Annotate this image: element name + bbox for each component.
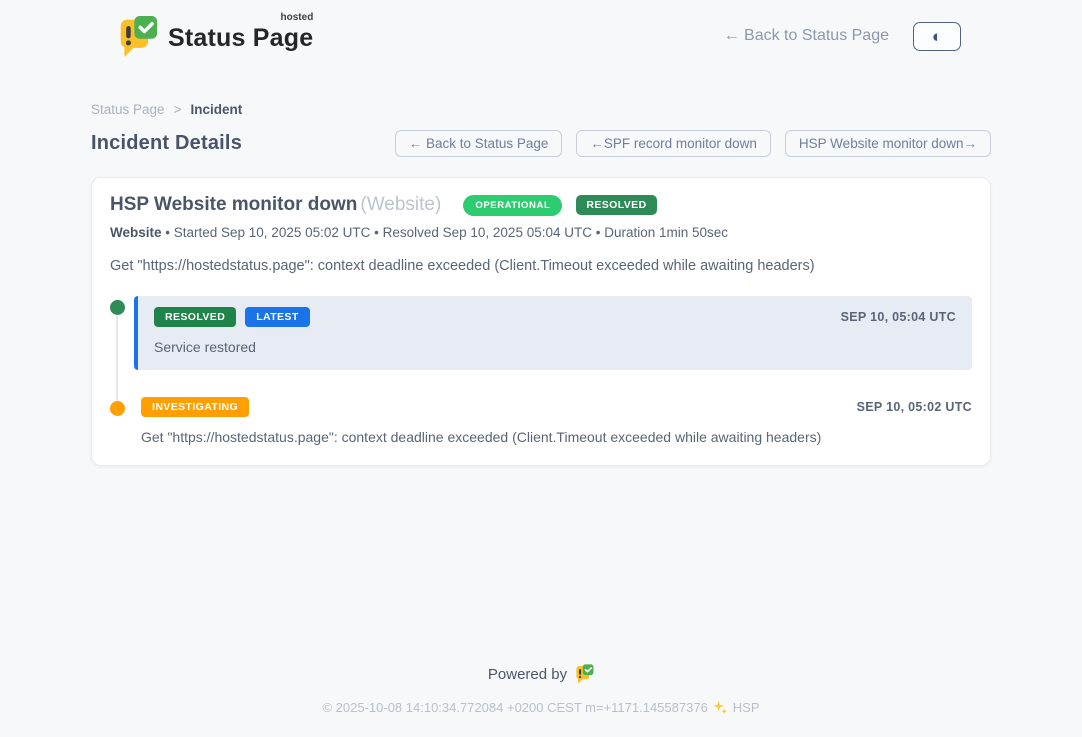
incident-component-label: (Website) [360, 194, 441, 215]
copyright-brand: HSP [733, 700, 760, 715]
incident-meta-details: • Started Sep 10, 2025 05:02 UTC • Resol… [162, 225, 729, 240]
timeline-timestamp: SEP 10, 05:02 UTC [857, 400, 972, 414]
back-to-status-page-button[interactable]: ← Back to Status Page [395, 130, 563, 157]
timeline-entry-investigating: INVESTIGATING SEP 10, 05:02 UTC Get "htt… [110, 397, 972, 445]
header: hosted Status Page ← Back to Status Page… [0, 0, 1082, 58]
header-actions: ← Back to Status Page ◐ [724, 22, 961, 51]
latest-badge: LATEST [245, 307, 309, 327]
resolved-state-badge: RESOLVED [576, 195, 656, 215]
breadcrumb: Status Page > Incident [91, 102, 991, 117]
incident-title-row: HSP Website monitor down(Website) OPERAT… [110, 194, 972, 216]
powered-by-label: Powered by [488, 666, 567, 683]
brand-name: Status Page [168, 24, 313, 52]
timeline-timestamp: SEP 10, 05:04 UTC [841, 310, 956, 324]
sparkles-icon [713, 700, 728, 715]
breadcrumb-status-page[interactable]: Status Page [91, 102, 165, 117]
incident-heading: HSP Website monitor down(Website) [110, 194, 441, 216]
copyright: © 2025-10-08 14:10:34.772084 +0200 CEST … [0, 700, 1082, 715]
back-to-status-page-link[interactable]: ← Back to Status Page [724, 27, 889, 45]
operational-status-badge: OPERATIONAL [463, 195, 562, 216]
theme-toggle-button[interactable]: ◐ [913, 22, 961, 51]
timeline-entry-resolved: RESOLVED LATEST SEP 10, 05:04 UTC Servic… [110, 296, 972, 370]
incident-title: HSP Website monitor down [110, 194, 357, 215]
prev-incident-button[interactable]: ←SPF record monitor down [576, 130, 771, 157]
brand-text: hosted Status Page [168, 15, 313, 53]
timeline-dot-investigating [110, 401, 125, 416]
statuspage-logo-icon-small[interactable] [575, 664, 594, 684]
contrast-icon: ◐ [932, 28, 942, 45]
resolved-badge: RESOLVED [154, 307, 236, 327]
incident-meta: Website • Started Sep 10, 2025 05:02 UTC… [110, 225, 972, 240]
footer: Powered by © 2025-10-08 14:10:34.772084 … [0, 664, 1082, 737]
powered-by: Powered by [0, 664, 1082, 684]
breadcrumb-separator: > [174, 102, 182, 117]
timeline-message: Service restored [154, 339, 956, 355]
investigating-badge: INVESTIGATING [141, 397, 249, 417]
timeline-update-investigating: INVESTIGATING SEP 10, 05:02 UTC Get "htt… [134, 397, 972, 445]
incident-description: Get "https://hostedstatus.page": context… [110, 258, 972, 274]
incident-nav-buttons: ← Back to Status Page ←SPF record monito… [395, 130, 991, 157]
incident-timeline: RESOLVED LATEST SEP 10, 05:04 UTC Servic… [110, 296, 972, 445]
timeline-message: Get "https://hostedstatus.page": context… [141, 429, 972, 445]
title-row: Incident Details ← Back to Status Page ←… [91, 130, 991, 157]
incident-meta-component: Website [110, 225, 162, 240]
next-incident-button[interactable]: HSP Website monitor down→ [785, 130, 991, 157]
breadcrumb-incident: Incident [190, 102, 242, 117]
incident-card: HSP Website monitor down(Website) OPERAT… [91, 177, 991, 466]
brand-superscript: hosted [281, 12, 314, 23]
statuspage-logo-icon [118, 15, 158, 58]
timeline-update-latest: RESOLVED LATEST SEP 10, 05:04 UTC Servic… [134, 296, 972, 370]
timeline-dot-resolved [110, 300, 125, 315]
page-title: Incident Details [91, 132, 242, 155]
brand-logo[interactable]: hosted Status Page [118, 15, 313, 58]
main-content: Status Page > Incident Incident Details … [91, 58, 991, 466]
copyright-text: © 2025-10-08 14:10:34.772084 +0200 CEST … [322, 700, 707, 715]
